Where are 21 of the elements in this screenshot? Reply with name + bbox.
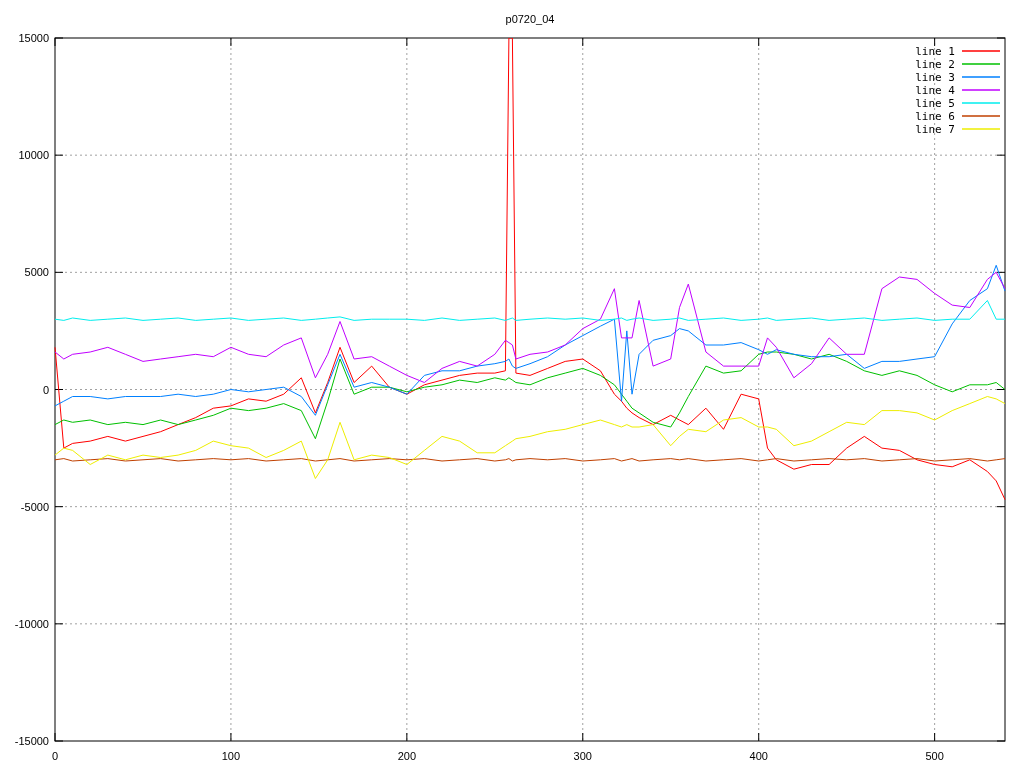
chart-title: p0720_04 (505, 13, 555, 25)
tick-label: 400 (749, 750, 768, 762)
tick-label: 500 (925, 750, 944, 762)
tick-label: 10000 (18, 149, 49, 162)
tick-label: -10000 (14, 617, 49, 630)
legend-label: line 2 (915, 58, 955, 71)
legend-label: line 7 (915, 123, 955, 136)
tick-label: 100 (221, 750, 241, 762)
tick-label: 300 (573, 750, 592, 762)
tick-label: -5000 (20, 500, 49, 513)
tick-label: 200 (397, 750, 417, 762)
tick-label: 0 (51, 750, 59, 762)
legend-label: line 1 (915, 45, 955, 58)
tick-label: 0 (42, 383, 49, 396)
tick-label: 15000 (18, 32, 49, 44)
legend-label: line 6 (915, 110, 955, 123)
legend-label: line 5 (915, 97, 955, 110)
legend-label: line 3 (915, 71, 955, 84)
legend-label: line 4 (915, 84, 955, 97)
tick-label: -15000 (14, 735, 49, 747)
tick-label: 5000 (24, 266, 49, 279)
